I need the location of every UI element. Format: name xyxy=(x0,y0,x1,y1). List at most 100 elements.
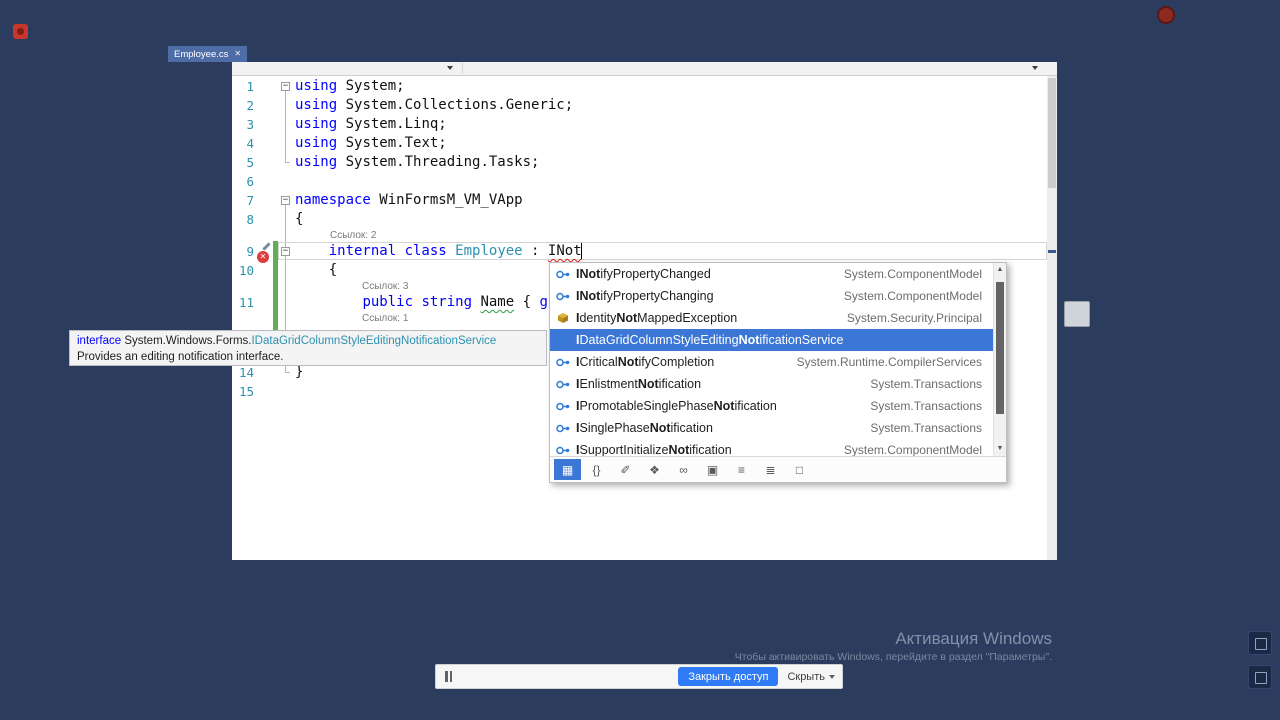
code-text: internal class Employee : INot xyxy=(328,243,582,259)
completion-item[interactable]: IPromotableSinglePhaseNotification System… xyxy=(550,395,1006,417)
code-line[interactable]: 7 − namespace WinFormsM_VM_VApp xyxy=(232,191,1047,210)
document-tab[interactable]: Employee.cs ✕ xyxy=(168,46,248,62)
filter-all-button[interactable]: ▦ xyxy=(554,459,581,480)
close-icon[interactable]: ✕ xyxy=(234,50,241,58)
code-text: { xyxy=(295,262,338,278)
screen-share-bar: Закрыть доступ Скрыть xyxy=(435,664,843,689)
fold-collapse-icon[interactable]: − xyxy=(281,196,290,205)
line-number: 9 xyxy=(246,244,254,259)
popup-scrollbar[interactable]: ▲ ▼ xyxy=(993,263,1006,456)
completion-item[interactable]: IdentityNotMappedException System.Securit… xyxy=(550,307,1006,329)
line-number: 4 xyxy=(246,136,254,151)
completion-item-name: IdentityNotMappedException xyxy=(576,311,738,325)
caret-position-marker xyxy=(1048,250,1056,253)
scrollbar-thumb[interactable] xyxy=(1048,78,1056,188)
completion-item-name: IEnlistmentNotification xyxy=(576,377,702,391)
code-text: using System.Text; xyxy=(295,135,447,151)
completion-item-namespace: System.ComponentModel xyxy=(843,267,982,281)
scroll-up-icon[interactable]: ▲ xyxy=(994,264,1006,276)
scroll-down-icon[interactable]: ▼ xyxy=(994,443,1006,455)
stop-sharing-button[interactable]: Закрыть доступ xyxy=(678,667,779,686)
code-line[interactable]: 9− internal class Employee : INot ✕ xyxy=(232,242,1047,263)
interface-icon xyxy=(555,266,571,282)
class-icon xyxy=(555,310,571,326)
floating-artifact xyxy=(1064,301,1090,327)
completion-item-namespace: System.ComponentModel xyxy=(843,443,982,456)
code-line[interactable]: 3 using System.Linq; xyxy=(232,115,1047,134)
filter-quick-actions-button[interactable]: ✐ xyxy=(612,459,639,480)
codelens-link[interactable]: Ссылок: 2 xyxy=(232,229,1047,242)
code-text: { xyxy=(295,211,304,227)
text-caret xyxy=(580,243,582,259)
completion-item-namespace: System.Security.Principal xyxy=(846,311,982,325)
interface-icon xyxy=(555,420,571,436)
filter-namespaces-button[interactable]: □ xyxy=(786,459,813,480)
interface-icon xyxy=(555,442,571,456)
chevron-down-icon xyxy=(1032,66,1038,70)
filter-delegates-button[interactable]: ≣ xyxy=(757,459,784,480)
popup-scrollbar-thumb[interactable] xyxy=(996,282,1004,414)
codelens-references-text[interactable]: Ссылок: 1 xyxy=(362,312,408,325)
completion-item[interactable]: IDataGridColumnStyleEditingNotificationS… xyxy=(550,329,1006,351)
filter-classes-button[interactable]: ❖ xyxy=(641,459,668,480)
tray-button-1[interactable] xyxy=(1248,631,1272,655)
pause-icon[interactable] xyxy=(445,671,452,682)
code-text: using System.Collections.Generic; xyxy=(295,97,574,113)
line-number: 6 xyxy=(246,174,254,189)
code-text: public string Name { g xyxy=(362,294,548,310)
completion-item[interactable]: INotifyPropertyChanged System.ComponentMo… xyxy=(550,263,1006,285)
line-number: 2 xyxy=(246,98,254,113)
completion-item-name: ICriticalNotifyCompletion xyxy=(576,355,715,369)
line-number: 15 xyxy=(238,384,254,399)
interface-icon xyxy=(555,332,571,348)
completion-tooltip: interface System.Windows.Forms.IDataGrid… xyxy=(69,330,547,366)
line-number: 10 xyxy=(238,263,254,278)
line-number: 5 xyxy=(246,155,254,170)
navigation-bar xyxy=(232,62,1057,76)
completion-item[interactable]: INotifyPropertyChanging System.ComponentM… xyxy=(550,285,1006,307)
line-number: 11 xyxy=(238,295,254,310)
codelens-references-text[interactable]: Ссылок: 3 xyxy=(362,280,408,293)
code-line[interactable]: 6 xyxy=(232,172,1047,191)
code-text: using System.Linq; xyxy=(295,116,447,132)
record-icon[interactable] xyxy=(13,24,28,39)
code-line[interactable]: 8{ xyxy=(232,210,1047,229)
filter-snippets-button[interactable]: {} xyxy=(583,459,610,480)
filter-enums-button[interactable]: ≡ xyxy=(728,459,755,480)
tooltip-keyword: interface xyxy=(77,335,125,347)
hide-button-label: Скрыть xyxy=(787,670,825,683)
tooltip-signature: interface System.Windows.Forms.IDataGrid… xyxy=(77,333,539,349)
watermark-title: Активация Windows xyxy=(895,629,1052,648)
member-dropdown[interactable] xyxy=(463,62,1047,75)
completion-item[interactable]: ISinglePhaseNotification System.Transacti… xyxy=(550,417,1006,439)
filter-structs-button[interactable]: ▣ xyxy=(699,459,726,480)
line-number: 1 xyxy=(246,79,254,94)
activation-watermark: Активация Windows Чтобы активировать Win… xyxy=(735,629,1052,663)
completion-item[interactable]: ICriticalNotifyCompletion System.Runtime.… xyxy=(550,351,1006,373)
filter-interfaces-button[interactable]: ∞ xyxy=(670,459,697,480)
interface-icon xyxy=(555,288,571,304)
project-dropdown[interactable] xyxy=(232,62,462,75)
line-number: 3 xyxy=(246,117,254,132)
completion-item-name: INotifyPropertyChanging xyxy=(576,289,714,303)
completion-list[interactable]: INotifyPropertyChanged System.ComponentMo… xyxy=(550,263,1006,456)
completion-item-name: ISupportInitializeNotification xyxy=(576,443,732,456)
tray-button-2[interactable] xyxy=(1248,665,1272,689)
completion-item-name: INotifyPropertyChanged xyxy=(576,267,711,281)
watermark-subtitle: Чтобы активировать Windows, перейдите в … xyxy=(734,651,1052,663)
code-line[interactable]: 1 − using System; xyxy=(232,77,1047,96)
recording-indicator-icon[interactable] xyxy=(1157,6,1175,24)
fold-collapse-icon[interactable]: − xyxy=(281,247,290,256)
code-line[interactable]: 2 using System.Collections.Generic; xyxy=(232,96,1047,115)
completion-item-namespace: System.Transactions xyxy=(870,399,982,413)
code-line[interactable]: 4 using System.Text; xyxy=(232,134,1047,153)
code-text: namespace WinFormsM_VM_VApp xyxy=(295,192,523,208)
editor-scrollbar[interactable] xyxy=(1047,76,1057,560)
completion-item[interactable]: IEnlistmentNotification System.Transactio… xyxy=(550,373,1006,395)
codelens-references-text[interactable]: Ссылок: 2 xyxy=(330,229,376,242)
completion-item[interactable]: ISupportInitializeNotification System.Com… xyxy=(550,439,1006,456)
code-line[interactable]: 5 using System.Threading.Tasks; xyxy=(232,153,1047,172)
hide-button[interactable]: Скрыть xyxy=(787,671,835,683)
fold-collapse-icon[interactable]: − xyxy=(281,82,290,91)
completion-item-namespace: System.Transactions xyxy=(870,377,982,391)
